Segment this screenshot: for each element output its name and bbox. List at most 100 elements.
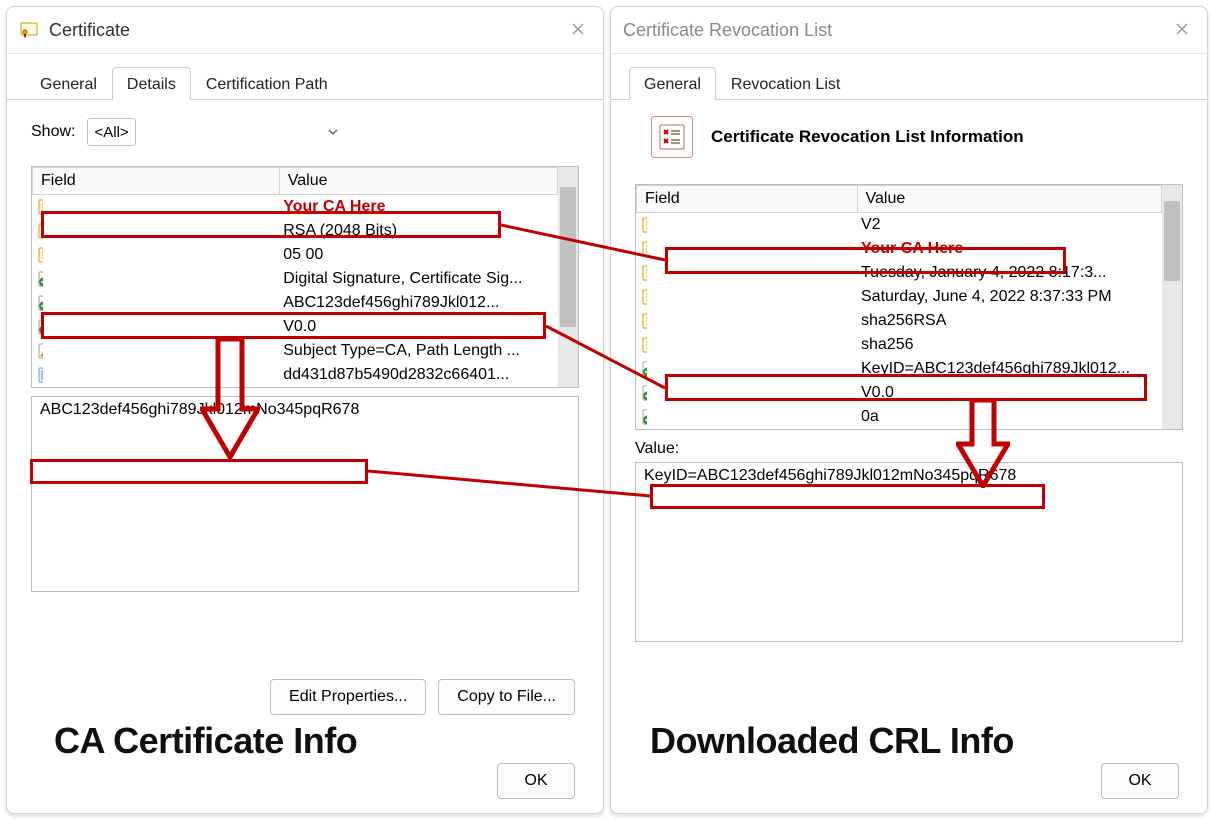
value-cell: V2 [857,213,1162,238]
tab-general[interactable]: General [25,67,112,100]
col-value[interactable]: Value [279,168,557,195]
ext-icon [641,359,647,379]
ext-icon [641,407,647,427]
table-row[interactable]: Authority Key Iden... KeyID=ABC123def456g… [637,357,1162,381]
table-row[interactable]: CRL Number0a [637,405,1162,429]
tab-details[interactable]: Details [112,67,191,100]
certificate-dialog: Certificate General Details Certificatio… [6,6,604,814]
table-row[interactable]: Key Usage Digital Signature, Certificate … [33,267,558,291]
field-cell: Subject [33,195,43,219]
ok-row: OK [497,763,575,799]
show-select[interactable]: <All> [87,118,136,146]
crl-heading: Certificate Revocation List Information [711,127,1024,147]
prop-icon [37,221,43,241]
table-row[interactable]: Subject Key IdentifierABC123def456ghi789… [33,291,558,315]
ext-icon [37,269,43,289]
crl-header: Certificate Revocation List Information [611,100,1207,166]
value-text: KeyID=ABC123def456ghi789Jkl012mNo345pqR6… [644,467,1016,484]
field-cell: Subject Key Identifier [33,291,43,315]
prop-icon [37,245,43,265]
field-cell: Authority Key Iden... [637,357,647,381]
table-row[interactable]: Signature algorithm sha256RSA [637,309,1162,333]
close-button[interactable] [563,17,593,41]
tab-revocation-list[interactable]: Revocation List [716,67,855,100]
value-text: ABC123def456ghi789Jkl012mNo345pqR678 [40,401,359,418]
value-cell: KeyID=ABC123def456ghi789Jkl012... [857,357,1162,381]
tab-general[interactable]: General [629,67,716,100]
ext-icon [37,317,43,337]
value-cell: V0.0 [857,381,1162,405]
table-row[interactable]: Basic ConstraintsSubject Type=CA, Path L… [33,339,558,363]
certificate-icon [19,20,39,40]
prop-icon [641,215,647,235]
table-row[interactable]: Version V2 [637,213,1162,238]
table-row[interactable]: CA Version V0.0 [33,315,558,339]
table-row[interactable]: Public keyRSA (2048 Bits) [33,219,558,243]
value-cell: 0a [857,405,1162,429]
ext-i-icon [37,293,43,313]
copy-to-file-button[interactable]: Copy to File... [438,679,575,715]
table-row[interactable]: Subject Your CA Here [33,195,558,220]
tabstrip: General Revocation List [611,54,1207,100]
ok-row: OK [1101,763,1179,799]
title-text: Certificate [49,20,130,41]
ok-button[interactable]: OK [497,763,575,799]
field-cell: Signature algorithm [637,309,647,333]
value-cell: Digital Signature, Certificate Sig... [279,267,557,291]
prop-icon [641,239,647,259]
col-field[interactable]: Field [33,168,280,195]
table-row[interactable]: Effective dateTuesday, January 4, 2022 8… [637,261,1162,285]
crl-dialog: Certificate Revocation List General Revo… [610,6,1208,814]
ok-button[interactable]: OK [1101,763,1179,799]
prop-icon [641,311,647,331]
prop-icon [641,263,647,283]
field-cell: Signature hash alg... [637,333,647,357]
value-box[interactable]: KeyID=ABC123def456ghi789Jkl012mNo345pqR6… [635,462,1183,642]
show-row: Show: <All> [7,100,603,156]
close-button[interactable] [1167,17,1197,41]
chevron-down-icon [327,125,339,143]
table-row[interactable]: Signature hash alg... sha256 [637,333,1162,357]
tab-certification-path[interactable]: Certification Path [191,67,343,100]
caption-right: Downloaded CRL Info [650,720,1014,762]
col-value[interactable]: Value [857,186,1162,213]
field-cell: Key Usage [33,267,43,291]
value-cell: sha256 [857,333,1162,357]
edit-properties-button[interactable]: Edit Properties... [270,679,426,715]
prop-icon [641,287,647,307]
caption-left: CA Certificate Info [54,720,357,762]
titlebar: Certificate [7,7,603,54]
prop-icon [37,197,43,217]
crl-icon [651,116,693,158]
value-cell: sha256RSA [857,309,1162,333]
button-row: Edit Properties... Copy to File... [270,679,575,715]
field-cell: CA Version [637,381,647,405]
table-row[interactable]: IssuerYour CA Here [637,237,1162,261]
table-row[interactable]: CA Version V0.0 [637,381,1162,405]
field-cell: CA Version [33,315,43,339]
field-cell: Basic Constraints [33,339,43,363]
prop-icon [641,335,647,355]
field-cell: Thumbprint [33,363,43,387]
tabstrip: General Details Certification Path [7,54,603,100]
details-grid[interactable]: Field Value SubjectYour CA HerePublic ke… [31,166,579,388]
field-cell: Public key parameters [33,243,43,267]
value-cell: dd431d87b5490d2832c66401... [279,363,557,387]
scrollbar[interactable] [1162,185,1182,429]
value-cell: Your CA Here [279,195,557,220]
value-cell: V0.0 [279,315,557,339]
field-cell: Next update [637,285,647,309]
value-box[interactable]: ABC123def456ghi789Jkl012mNo345pqR678 [31,396,579,592]
field-cell: Issuer [637,237,647,261]
warn-icon [37,341,43,361]
crl-grid[interactable]: Field Value Version V2IssuerYour CA HereE… [635,184,1183,430]
table-row[interactable]: Thumbprint dd431d87b5490d2832c66401... [33,363,558,387]
table-row[interactable]: Next updateSaturday, June 4, 2022 8:37:3… [637,285,1162,309]
col-field[interactable]: Field [637,186,858,213]
thumb-icon [37,365,43,385]
scrollbar[interactable] [558,167,578,387]
field-cell: Public key [33,219,43,243]
table-row[interactable]: Public key parameters05 00 [33,243,558,267]
field-cell: Version [637,213,647,237]
ext-icon [641,383,647,403]
